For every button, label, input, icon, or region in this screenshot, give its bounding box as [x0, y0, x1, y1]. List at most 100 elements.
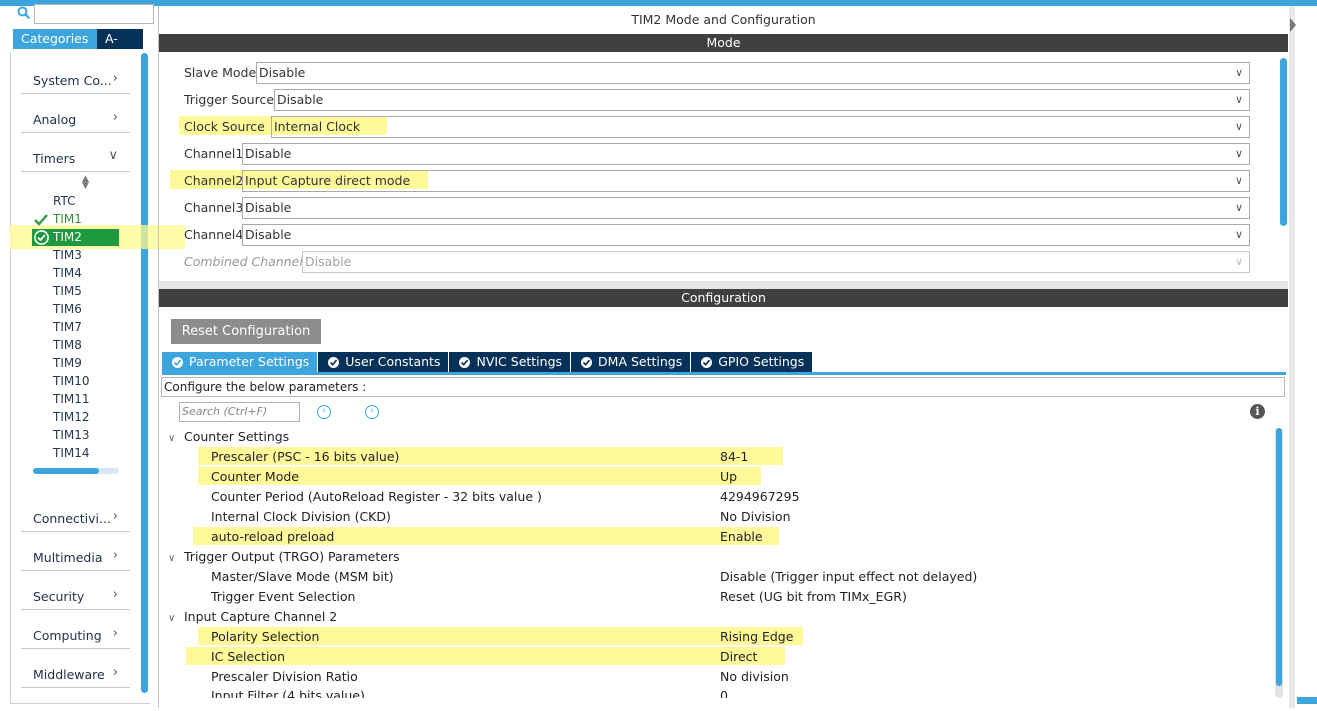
slave-mode-select[interactable]: Disable ∨: [256, 62, 1250, 84]
trigger-source-select[interactable]: Disable ∨: [274, 89, 1250, 111]
search-icon[interactable]: [17, 6, 31, 20]
param-value[interactable]: 84-1: [720, 449, 748, 464]
category-security[interactable]: Security ›: [21, 583, 130, 610]
param-value[interactable]: Disable (Trigger input effect not delaye…: [720, 569, 977, 584]
tab-nvic-settings[interactable]: NVIC Settings: [449, 352, 571, 372]
tab-a-z[interactable]: A->Z: [97, 29, 143, 66]
chevron-right-icon: ›: [112, 509, 118, 524]
category-middleware[interactable]: Middleware ›: [21, 661, 130, 688]
category-label: Multimedia: [33, 550, 103, 565]
dropdown-arrow-icon: ∨: [1234, 228, 1243, 241]
category-analog[interactable]: Analog ›: [21, 106, 130, 133]
check-icon: [34, 214, 48, 226]
chevron-right-icon: ›: [112, 665, 118, 680]
channel4-select[interactable]: Disable ∨: [242, 224, 1250, 246]
tab-categories[interactable]: Categories: [13, 29, 97, 49]
mode-scrollbar[interactable]: [1280, 58, 1287, 226]
category-connectivity[interactable]: Connectivi... ›: [21, 505, 130, 532]
sort-icon[interactable]: ▲ ▼: [82, 175, 89, 191]
select-value: Disable: [245, 200, 292, 215]
category-tabs: Categories A->Z: [13, 29, 143, 66]
timer-tim13[interactable]: TIM13: [53, 428, 90, 442]
category-search: [14, 3, 156, 25]
tab-label: Parameter Settings: [189, 354, 310, 369]
group-trigger-output[interactable]: ∨ Trigger Output (TRGO) Parameters: [168, 549, 400, 564]
category-multimedia[interactable]: Multimedia ›: [21, 544, 130, 571]
tab-dma-settings[interactable]: DMA Settings: [571, 352, 691, 372]
select-value: Disable: [277, 92, 324, 107]
select-value: Disable: [305, 254, 352, 269]
timer-tim5[interactable]: TIM5: [53, 284, 82, 298]
info-icon[interactable]: i: [1250, 404, 1265, 419]
parameter-search-input[interactable]: Search (Ctrl+F): [179, 402, 300, 422]
config-tabs: Parameter Settings User Constants NVIC S…: [162, 352, 813, 372]
timer-tim12[interactable]: TIM12: [53, 410, 90, 424]
mode-row-clock-source: Clock Source Internal Clock ∨: [184, 116, 1252, 138]
tab-label: NVIC Settings: [476, 354, 563, 369]
config-scrollbar[interactable]: [1276, 428, 1282, 686]
category-search-input[interactable]: [34, 4, 154, 24]
param-value[interactable]: Up: [720, 469, 737, 484]
timer-tim3[interactable]: TIM3: [53, 248, 82, 262]
clipped-row: Input Filter (4 bits value) 0: [159, 688, 1269, 698]
tab-user-constants[interactable]: User Constants: [318, 352, 449, 372]
param-value[interactable]: No division: [720, 669, 789, 684]
timer-rtc[interactable]: RTC: [53, 194, 75, 208]
reset-configuration-button[interactable]: Reset Configuration: [171, 319, 321, 344]
timer-tim9[interactable]: TIM9: [53, 356, 82, 370]
timer-tim4[interactable]: TIM4: [53, 266, 82, 280]
prev-icon[interactable]: ‹: [317, 405, 331, 419]
scroll-thumb[interactable]: [33, 468, 99, 474]
mode-label: Channel2: [184, 173, 244, 188]
chevron-down-icon: ∨: [168, 553, 176, 564]
chevron-down-icon: ∨: [108, 148, 118, 163]
timer-tim6[interactable]: TIM6: [53, 302, 82, 316]
category-scrollbar[interactable]: [141, 53, 148, 693]
channel3-select[interactable]: Disable ∨: [242, 197, 1250, 219]
timer-tim14[interactable]: TIM14: [53, 446, 90, 460]
param-value[interactable]: 4294967295: [720, 489, 800, 504]
dropdown-arrow-icon: ∨: [1234, 66, 1243, 79]
category-timers[interactable]: Timers ∨: [21, 145, 130, 172]
timer-tim10[interactable]: TIM10: [53, 374, 90, 388]
clock-source-select[interactable]: Internal Clock ∨: [271, 116, 1250, 138]
param-value[interactable]: 0: [720, 688, 728, 698]
check-circle-icon: [581, 356, 593, 368]
param-value[interactable]: Direct: [720, 649, 757, 664]
category-system-core[interactable]: System Co... ›: [21, 67, 130, 94]
tab-parameter-settings[interactable]: Parameter Settings: [162, 352, 318, 372]
group-counter-settings[interactable]: ∨ Counter Settings: [168, 429, 289, 444]
check-circle-icon: [459, 356, 471, 368]
timer-tim11[interactable]: TIM11: [53, 392, 90, 406]
category-label: Analog: [33, 112, 77, 127]
channel2-select[interactable]: Input Capture direct mode ∨: [242, 170, 1250, 192]
param-value[interactable]: Reset (UG bit from TIMx_EGR): [720, 589, 907, 604]
dropdown-arrow-icon: ∨: [1234, 147, 1243, 160]
dropdown-arrow-icon: ∨: [1234, 93, 1243, 106]
corner-accent: [1297, 697, 1317, 704]
select-value: Disable: [245, 146, 292, 161]
mode-label: Slave Mode: [184, 65, 257, 80]
next-icon[interactable]: ›: [365, 405, 379, 419]
timer-tim1[interactable]: TIM1: [53, 212, 82, 226]
timer-tim8[interactable]: TIM8: [53, 338, 82, 352]
category-computing[interactable]: Computing ›: [21, 622, 130, 649]
group-input-capture-channel2[interactable]: ∨ Input Capture Channel 2: [168, 609, 337, 624]
timer-tim7[interactable]: TIM7: [53, 320, 82, 334]
mode-row-channel1: Channel1 Disable ∨: [184, 143, 1252, 165]
param-value[interactable]: Rising Edge: [720, 629, 793, 644]
timers-horizontal-scrollbar[interactable]: [33, 468, 119, 474]
panel-divider[interactable]: [159, 281, 1288, 289]
dropdown-arrow-icon: ∨: [1234, 201, 1243, 214]
tab-gpio-settings[interactable]: GPIO Settings: [691, 352, 813, 372]
param-value[interactable]: No Division: [720, 509, 791, 524]
param-value[interactable]: Enable: [720, 529, 763, 544]
combined-channels-select: Disable ∨: [302, 251, 1250, 273]
tab-label: GPIO Settings: [718, 354, 805, 369]
side-collapse-bar[interactable]: [1289, 6, 1295, 708]
timer-tim2[interactable]: TIM2: [53, 230, 82, 244]
check-circle-icon: [34, 230, 49, 245]
category-label: Computing: [33, 628, 102, 643]
channel1-select[interactable]: Disable ∨: [242, 143, 1250, 165]
expand-icon[interactable]: [1290, 18, 1296, 32]
